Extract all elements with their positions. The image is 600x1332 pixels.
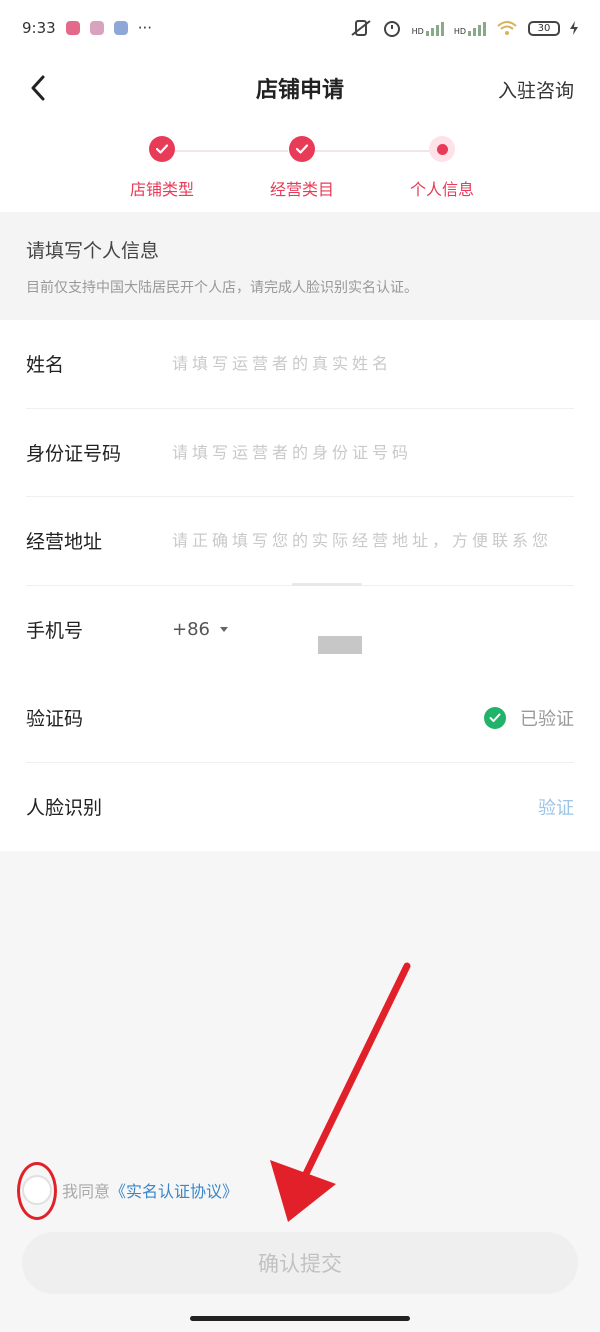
page-title: 店铺申请: [255, 78, 344, 103]
country-code-select[interactable]: +86: [172, 619, 228, 640]
notification-app-icon: [89, 21, 104, 35]
address-input[interactable]: [172, 531, 574, 551]
info-notice: 请填写个人信息 目前仅支持中国大陆居民开个人店，请完成人脸识别实名认证。: [0, 212, 600, 320]
check-circle-icon: [484, 706, 506, 729]
home-indicator: [190, 1316, 410, 1321]
step-personal-info: 个人信息: [372, 136, 512, 200]
name-input[interactable]: [172, 354, 574, 374]
verified-text: 已验证: [520, 708, 574, 730]
vibrate-icon: [351, 20, 371, 36]
agreement-link[interactable]: 《实名认证协议》: [110, 1178, 238, 1202]
step-business-category: 经营类目: [232, 136, 372, 200]
phone-row: 手机号 +86: [26, 586, 574, 675]
submit-button[interactable]: 确认提交: [22, 1232, 578, 1294]
verified-status: 已验证: [484, 674, 574, 762]
status-bar-right: HD HD 30: [350, 19, 578, 37]
status-bar-left: 9:33 ···: [22, 19, 152, 37]
name-label: 姓名: [26, 354, 65, 377]
step-store-type: 店铺类型: [92, 136, 232, 200]
notice-title: 请填写个人信息: [26, 240, 160, 262]
step-label: 店铺类型: [129, 180, 194, 199]
id-number-row: 身份证号码: [26, 409, 574, 497]
face-recognition-row: 人脸识别 验证: [26, 763, 574, 852]
face-verify-button[interactable]: 验证: [538, 794, 574, 820]
name-row: 姓名: [26, 320, 574, 409]
step-done-indicator: [289, 136, 315, 162]
status-time: 9:33: [22, 19, 56, 37]
navigation-bar: 店铺申请 入驻咨询: [0, 56, 600, 120]
wifi-icon: [497, 21, 517, 35]
personal-info-form: 姓名 身份证号码 经营地址 手机号 +86 验证码 已验证 人脸识别 验证: [0, 320, 600, 851]
face-recognition-label: 人脸识别: [26, 797, 103, 820]
step-done-indicator: [149, 136, 175, 162]
notification-app-icon: [65, 21, 80, 35]
redacted-block: [318, 636, 362, 654]
notice-description: 目前仅支持中国大陆居民开个人店，请完成人脸识别实名认证。: [26, 280, 418, 296]
verification-code-label: 验证码: [26, 708, 84, 731]
status-bar: 9:33 ··· HD HD 30: [0, 0, 600, 56]
caret-down-icon: [220, 627, 228, 633]
more-notifications-icon: ···: [137, 19, 152, 37]
battery-icon: 30: [528, 20, 560, 36]
step-label: 个人信息: [409, 180, 474, 199]
agree-prefix: 我同意: [62, 1182, 111, 1201]
id-number-label: 身份证号码: [26, 442, 122, 465]
charging-icon: [570, 21, 578, 35]
divider: [292, 583, 362, 586]
id-number-input[interactable]: [172, 442, 574, 462]
check-icon: [489, 713, 501, 722]
back-button[interactable]: [20, 70, 56, 106]
phone-label: 手机号: [26, 620, 84, 643]
annotation-circle: [17, 1162, 57, 1220]
signal-icon: HD: [412, 20, 444, 36]
progress-steps: 店铺类型 经营类目 个人信息: [0, 120, 600, 212]
country-code-value: +86: [172, 619, 210, 641]
alarm-icon: [383, 21, 400, 37]
check-icon: [295, 144, 309, 154]
step-current-indicator: [429, 136, 455, 162]
notification-app-icon: [113, 21, 128, 35]
signal-icon: HD: [454, 20, 486, 36]
chevron-left-icon: [31, 75, 45, 101]
step-label: 经营类目: [269, 180, 334, 199]
address-row: 经营地址: [26, 497, 574, 586]
address-label: 经营地址: [26, 531, 103, 554]
check-icon: [155, 144, 169, 154]
consult-link[interactable]: 入驻咨询: [498, 76, 574, 103]
verification-code-row: 验证码 已验证: [26, 674, 574, 763]
